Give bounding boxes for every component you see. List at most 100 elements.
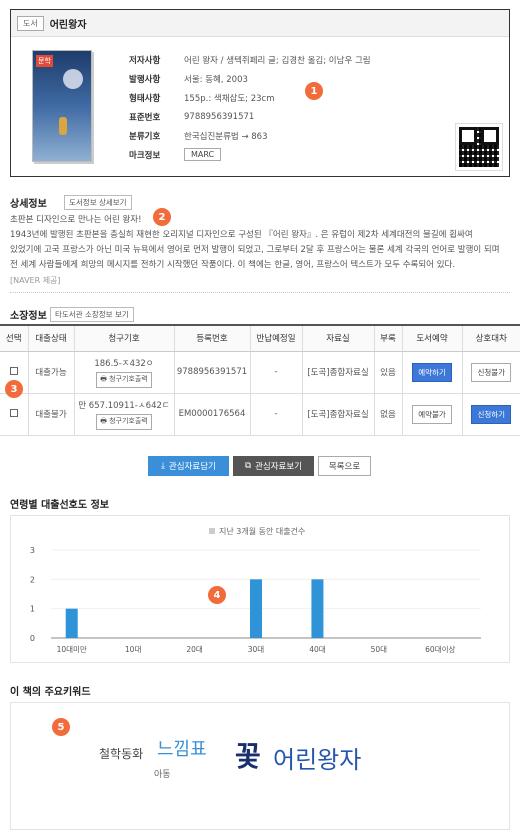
meta-value[interactable]: 어린 왕자 / 생텍쥐페리 글; 김경찬 옮김; 이남우 그림 (184, 54, 371, 66)
chart-bar (65, 608, 78, 638)
meta-key: 마크정보 (129, 150, 161, 161)
loan-status: 대출불가 (27, 393, 74, 436)
marker-4: 4 (208, 586, 226, 604)
description-line: 전 세계 사람들에게 희망의 메시지를 전하기 시작했던 작품이다. 이 책에는… (10, 260, 456, 270)
due-date: - (249, 393, 302, 436)
meta-value: 9788956391571 (184, 111, 255, 122)
book-description: 초판본 디자인으로 만나는 어린 왕자! 1943년에 발행된 초판본을 충실히… (10, 213, 510, 288)
meta-publisher: 발행사항 서울: 동혜, 2003 (129, 69, 371, 88)
print-callno-button[interactable]: 🖶 청구기호출력 (96, 371, 152, 388)
meta-author: 저자사항 어린 왕자 / 생텍쥐페리 글; 김경찬 옮김; 이남우 그림 (129, 50, 371, 69)
book-cover-image[interactable]: 문학 (32, 50, 92, 162)
col-header: 부록 (373, 324, 402, 352)
x-tick-label: 40대 (309, 645, 326, 654)
description-line: 초판본 디자인으로 만나는 어린 왕자! (10, 215, 142, 225)
due-date: - (249, 351, 302, 394)
holdings-table: 선택 대출상태 청구기호 등록번호 반납예정일 자료실 부록 도서예약 상호대차… (0, 324, 520, 436)
col-header: 자료실 (301, 324, 374, 352)
y-tick-label: 2 (30, 575, 35, 584)
description-source: [NAVER 제공] (10, 276, 61, 285)
ill-button[interactable]: 신청불가 (471, 362, 512, 382)
marker-1: 1 (305, 82, 323, 100)
registration-number: 9788956391571 (173, 351, 250, 394)
keyword-item[interactable]: 아동 (154, 767, 171, 780)
chart-box: 지난 3개월 동안 대출건수 0 1 2 3 10대미만 10대 20대 30대 40대 50대 60… (10, 515, 510, 663)
meta-value[interactable]: 한국십진분류법 → 863 (184, 130, 268, 142)
table-header-row: 선택 대출상태 청구기호 등록번호 반납예정일 자료실 부록 도서예약 상호대차 (0, 324, 520, 352)
meta-isbn: 표준번호 9788956391571 (129, 107, 371, 126)
x-tick-label: 20대 (186, 645, 203, 654)
cover-category-label: 문학 (36, 55, 53, 67)
keywords-section-title: 이 책의 주요키워드 (10, 687, 91, 698)
call-number: 186.5-ㅈ432ㅇ (94, 358, 154, 369)
cover-prince-illustration (59, 117, 67, 135)
chart-bar (250, 579, 262, 638)
col-header: 도서예약 (401, 324, 462, 352)
download-icon: ⤓ (161, 461, 165, 471)
print-callno-label: 청구기호출력 (109, 416, 148, 425)
type-badge: 도서 (17, 15, 44, 31)
book-title: 어린왕자 (49, 19, 87, 31)
ill-button[interactable]: 신청하기 (471, 404, 512, 424)
printer-icon: 🖶 (100, 374, 110, 383)
meta-key: 발행사항 (129, 74, 161, 85)
x-tick-label: 50대 (371, 645, 388, 654)
back-to-list-button[interactable]: 목록으로 (318, 456, 371, 476)
description-line: 있었기에 고국 프랑스가 아닌 미국 뉴욕에서 영어로 먼저 발행이 되었고, … (10, 245, 500, 255)
meta-key: 분류기호 (129, 131, 161, 142)
meta-value[interactable]: 서울: 동혜, 2003 (184, 73, 248, 85)
marker-3: 3 (5, 380, 23, 398)
meta-value: 155p.: 색채삽도; 23cm (184, 93, 275, 104)
view-favorite-label: 관심자료보기 (255, 462, 302, 472)
keyword-item[interactable]: 꽃 (235, 735, 261, 775)
book-meta: 저자사항 어린 왕자 / 생텍쥐페리 글; 김경찬 옮김; 이남우 그림 발행사… (129, 50, 371, 164)
other-library-button[interactable]: 타도서관 소장정보 보기 (50, 307, 134, 322)
meta-classification: 분류기호 한국십진분류법 → 863 (129, 126, 371, 145)
marker-5: 5 (52, 718, 70, 736)
add-favorite-button[interactable]: ⤓ 관심자료담기 (148, 456, 229, 476)
x-tick-label: 10대미만 (57, 645, 87, 654)
description-line: 1943년에 발행된 초판본을 충실히 재현한 오리지널 디자인으로 구성된 『… (10, 230, 473, 240)
print-callno-button[interactable]: 🖶 청구기호출력 (96, 413, 152, 430)
view-favorite-button[interactable]: ⧉ 관심자료보기 (233, 456, 314, 476)
meta-key: 표준번호 (129, 112, 161, 123)
chart-bar (311, 579, 324, 638)
age-chart: 지난 3개월 동안 대출건수 0 1 2 3 10대미만 10대 20대 30대 40대 50대 60… (30, 526, 481, 654)
detail-info-button[interactable]: 도서정보 상세보기 (64, 195, 132, 210)
appendix: 없음 (373, 393, 402, 436)
print-callno-label: 청구기호출력 (109, 374, 148, 383)
reserve-button[interactable]: 예약불가 (412, 404, 452, 424)
qr-code-icon (455, 123, 503, 171)
meta-key: 형태사항 (129, 93, 161, 104)
col-header: 대출상태 (27, 324, 74, 352)
registration-number: EM0000176564 (173, 393, 250, 436)
holdings-section-title: 소장정보 (10, 311, 47, 322)
printer-icon: 🖶 (100, 416, 110, 425)
col-header: 등록번호 (173, 324, 250, 352)
table-row: 대출불가 만 657.10911-ㅅ642ㄷ 🖶 청구기호출력 EM000017… (0, 393, 520, 436)
book-info-box: 도서 어린왕자 문학 저자사항 어린 왕자 / 생텍쥐페리 글; 김경찬 옮김;… (10, 9, 510, 177)
y-tick-label: 0 (30, 634, 35, 643)
reading-room: [도곡]종합자료실 (301, 393, 374, 436)
meta-form: 형태사항 155p.: 색채삽도; 23cm (129, 88, 371, 107)
loan-status: 대출가능 (27, 351, 74, 394)
y-tick-label: 1 (30, 605, 35, 614)
col-header: 선택 (0, 324, 28, 352)
keyword-item[interactable]: 철학동화 (99, 745, 143, 762)
book-header: 도서 어린왕자 (11, 10, 509, 37)
keyword-item[interactable]: 느낌표 (157, 735, 207, 761)
external-link-icon: ⧉ (245, 461, 252, 471)
legend-label: 지난 3개월 동안 대출건수 (219, 526, 305, 536)
x-tick-label: 30대 (248, 645, 265, 654)
marc-button[interactable]: MARC (184, 148, 222, 161)
table-row: 대출가능 186.5-ㅈ432ㅇ 🖶 청구기호출력 9788956391571 … (0, 351, 520, 394)
reserve-button[interactable]: 예약하기 (412, 362, 452, 382)
appendix: 있음 (373, 351, 402, 394)
select-checkbox[interactable] (9, 366, 18, 375)
call-number: 만 657.10911-ㅅ642ㄷ (78, 400, 170, 411)
keyword-cloud: 철학동화 느낌표 아동 꽃 어린왕자 (10, 702, 510, 830)
select-checkbox[interactable] (9, 408, 18, 417)
divider (10, 292, 510, 293)
keyword-item[interactable]: 어린왕자 (273, 740, 361, 775)
legend-swatch (209, 528, 215, 534)
